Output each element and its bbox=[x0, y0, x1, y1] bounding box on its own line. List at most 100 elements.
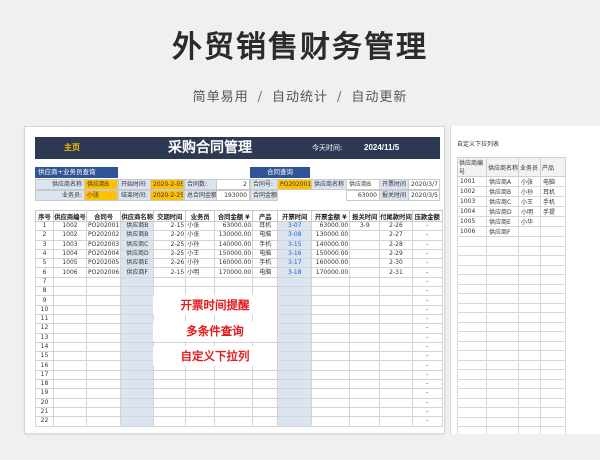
table-cell[interactable] bbox=[153, 379, 187, 390]
contract-no-input[interactable]: PO202001 bbox=[277, 179, 312, 190]
table-cell[interactable]: - bbox=[411, 239, 443, 250]
dropdown-cell[interactable]: 供应商C bbox=[486, 196, 519, 207]
table-cell[interactable]: 1004 bbox=[53, 248, 87, 260]
table-cell[interactable]: 2-25 bbox=[153, 248, 187, 260]
dropdown-cell[interactable] bbox=[486, 264, 519, 275]
table-cell[interactable]: 22 bbox=[35, 416, 54, 427]
dropdown-cell[interactable] bbox=[518, 359, 541, 370]
table-cell[interactable] bbox=[379, 388, 413, 399]
table-cell[interactable] bbox=[185, 397, 216, 408]
table-cell[interactable]: - bbox=[411, 248, 443, 260]
dropdown-cell[interactable] bbox=[518, 331, 541, 342]
table-cell[interactable]: 12 bbox=[35, 323, 54, 334]
dropdown-cell[interactable] bbox=[486, 331, 519, 342]
table-cell[interactable] bbox=[53, 295, 87, 306]
table-cell[interactable] bbox=[53, 416, 87, 427]
table-cell[interactable] bbox=[214, 388, 254, 399]
table-cell[interactable] bbox=[85, 416, 122, 427]
table-cell[interactable]: 电脑 bbox=[252, 230, 279, 241]
table-cell[interactable] bbox=[120, 323, 155, 334]
dropdown-cell[interactable] bbox=[457, 245, 487, 256]
table-cell[interactable] bbox=[120, 304, 155, 315]
table-cell[interactable]: 10 bbox=[35, 304, 54, 315]
table-cell[interactable]: 2-31 bbox=[379, 267, 413, 278]
dropdown-cell[interactable] bbox=[540, 274, 566, 285]
table-cell[interactable]: 6 bbox=[35, 267, 54, 278]
table-cell[interactable] bbox=[277, 295, 313, 306]
dropdown-cell[interactable]: 小孙 bbox=[518, 186, 541, 197]
dropdown-cell[interactable] bbox=[486, 378, 519, 389]
table-cell[interactable]: PO202004 bbox=[85, 248, 122, 260]
table-cell[interactable] bbox=[185, 276, 216, 288]
dropdown-cell[interactable]: 供应商A bbox=[486, 176, 519, 187]
table-cell[interactable] bbox=[349, 286, 381, 297]
table-cell[interactable] bbox=[85, 388, 122, 399]
table-cell[interactable]: - bbox=[411, 286, 443, 297]
table-cell[interactable] bbox=[311, 341, 351, 353]
dropdown-cell[interactable]: 小王 bbox=[518, 196, 541, 207]
table-cell[interactable] bbox=[214, 379, 254, 390]
table-cell[interactable]: 1002 bbox=[53, 220, 87, 232]
table-cell[interactable] bbox=[252, 388, 279, 399]
table-cell[interactable] bbox=[277, 416, 313, 427]
table-cell[interactable] bbox=[53, 341, 87, 353]
dropdown-cell[interactable] bbox=[518, 264, 541, 275]
dropdown-cell[interactable]: 小明 bbox=[518, 206, 541, 217]
table-cell[interactable]: 4 bbox=[35, 248, 54, 260]
dropdown-cell[interactable] bbox=[457, 264, 487, 275]
dropdown-cell[interactable] bbox=[486, 245, 519, 256]
dropdown-cell[interactable] bbox=[457, 407, 487, 418]
table-cell[interactable]: 1003 bbox=[53, 239, 87, 250]
table-cell[interactable] bbox=[252, 397, 279, 408]
table-cell[interactable] bbox=[53, 323, 87, 334]
dropdown-cell[interactable] bbox=[518, 226, 541, 237]
table-cell[interactable] bbox=[53, 406, 87, 418]
dropdown-cell[interactable] bbox=[457, 236, 487, 247]
table-cell[interactable] bbox=[379, 369, 413, 381]
dropdown-cell[interactable] bbox=[457, 331, 487, 342]
dropdown-cell[interactable] bbox=[486, 293, 519, 304]
table-cell[interactable]: - bbox=[411, 258, 443, 269]
table-cell[interactable] bbox=[311, 304, 351, 315]
dropdown-cell[interactable] bbox=[457, 340, 487, 351]
table-cell[interactable] bbox=[120, 351, 155, 362]
table-cell[interactable]: - bbox=[411, 230, 443, 241]
supplier-select[interactable]: 供应商B bbox=[84, 179, 118, 190]
dropdown-cell[interactable] bbox=[518, 407, 541, 418]
dropdown-cell[interactable] bbox=[486, 255, 519, 266]
table-cell[interactable] bbox=[349, 388, 381, 399]
table-cell[interactable] bbox=[252, 406, 279, 418]
dropdown-cell[interactable] bbox=[540, 302, 566, 313]
dropdown-cell[interactable] bbox=[457, 397, 487, 408]
dropdown-cell[interactable] bbox=[457, 416, 487, 427]
table-cell[interactable]: 160000.00 bbox=[214, 258, 254, 269]
dropdown-cell[interactable] bbox=[540, 340, 566, 351]
table-cell[interactable]: 供应商D bbox=[120, 248, 155, 260]
dropdown-cell[interactable] bbox=[540, 236, 566, 247]
table-cell[interactable] bbox=[53, 351, 87, 362]
dropdown-cell[interactable] bbox=[540, 321, 566, 332]
table-cell[interactable]: 2-26 bbox=[379, 220, 413, 232]
table-cell[interactable] bbox=[214, 276, 254, 288]
table-cell[interactable] bbox=[53, 304, 87, 315]
table-cell[interactable] bbox=[85, 323, 122, 334]
table-cell[interactable]: 小张 bbox=[185, 230, 216, 241]
dropdown-cell[interactable] bbox=[540, 369, 566, 380]
table-cell[interactable]: 3-18 bbox=[277, 267, 313, 278]
table-cell[interactable]: 电脑 bbox=[252, 267, 279, 278]
table-cell[interactable] bbox=[349, 313, 381, 325]
dropdown-cell[interactable] bbox=[518, 236, 541, 247]
dropdown-cell[interactable] bbox=[518, 340, 541, 351]
dropdown-cell[interactable] bbox=[540, 226, 566, 237]
table-cell[interactable]: - bbox=[411, 406, 443, 418]
table-cell[interactable] bbox=[311, 313, 351, 325]
table-cell[interactable]: 3-17 bbox=[277, 258, 313, 269]
dropdown-cell[interactable] bbox=[518, 426, 541, 434]
table-cell[interactable] bbox=[153, 276, 187, 288]
table-cell[interactable] bbox=[153, 388, 187, 399]
dropdown-cell[interactable]: 供应商E bbox=[486, 216, 519, 227]
dropdown-cell[interactable] bbox=[540, 331, 566, 342]
table-cell[interactable]: 17 bbox=[35, 369, 54, 381]
table-cell[interactable]: 2-25 bbox=[153, 239, 187, 250]
table-cell[interactable] bbox=[311, 351, 351, 362]
